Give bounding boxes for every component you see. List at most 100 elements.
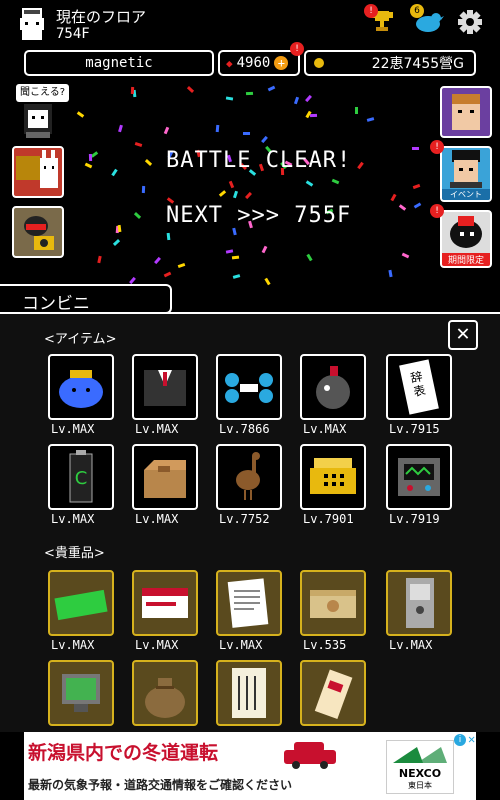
shop-item-phone[interactable] <box>300 444 366 510</box>
charm-icon <box>314 669 353 720</box>
item-level: Lv.7901 <box>303 512 354 526</box>
gift-rabbit-button[interactable] <box>12 146 64 198</box>
item-level: Lv.MAX <box>135 422 179 436</box>
shop-item-blue-bag[interactable] <box>48 354 114 420</box>
close-button[interactable]: ✕ <box>448 320 478 350</box>
ad-title: 新潟県内での冬道運転 <box>28 742 219 764</box>
shop-item-suit[interactable] <box>132 354 198 420</box>
item-level: Lv.7919 <box>389 512 440 526</box>
item-level: Lv.7915 <box>389 422 440 436</box>
scroll-icon <box>232 668 266 718</box>
shop-item-monitor[interactable] <box>48 660 114 726</box>
confetti-piece <box>232 274 241 280</box>
item-level: Lv.MAX <box>51 422 95 436</box>
confetti-piece <box>76 111 85 118</box>
confetti-piece <box>228 180 234 189</box>
confetti-piece <box>304 95 312 103</box>
confetti-piece <box>88 153 92 161</box>
confetti-piece <box>218 190 227 197</box>
shop-item-sack[interactable] <box>132 660 198 726</box>
confetti-piece <box>390 193 397 201</box>
confetti-piece <box>245 92 253 96</box>
confetti-piece <box>118 124 123 133</box>
shop-item-document[interactable] <box>216 570 282 636</box>
confetti-piece <box>84 163 93 169</box>
suit-icon <box>144 370 186 406</box>
add-gems-icon[interactable]: + <box>274 56 289 70</box>
confetti-piece <box>117 224 122 232</box>
event-button[interactable]: イベント <box>440 146 492 202</box>
shop-item-battery[interactable]: C <box>48 444 114 510</box>
shop-item-box[interactable] <box>132 444 198 510</box>
bird-badge: 6 <box>410 4 424 18</box>
confetti-piece <box>134 211 142 219</box>
limited-badge: ! <box>430 204 444 218</box>
item-level: Lv.7866 <box>219 422 270 436</box>
shop-item-bird[interactable] <box>216 444 282 510</box>
shop-item-resignation-letter[interactable]: 辞表 <box>386 354 452 420</box>
shop-item-money[interactable] <box>300 570 366 636</box>
confetti-piece <box>111 168 119 177</box>
blue-bag-icon <box>59 370 103 408</box>
gear-icon[interactable] <box>456 8 484 36</box>
coin-icon <box>314 58 324 68</box>
item-level: Lv.7752 <box>219 512 270 526</box>
confetti-piece <box>306 180 314 187</box>
trophy-icon[interactable]: ! <box>364 4 396 36</box>
confetti-piece <box>130 87 134 95</box>
svg-text:C: C <box>75 468 88 489</box>
keyboard-icon <box>54 589 108 621</box>
confetti-piece <box>354 107 358 115</box>
npc-avatar[interactable] <box>18 102 58 140</box>
nexco-subtext: 東日本 <box>408 781 432 790</box>
document-icon <box>227 578 269 628</box>
monitor-icon <box>62 674 100 712</box>
money-icon <box>310 590 356 618</box>
item-level: Lv.MAX <box>135 638 179 652</box>
box-icon <box>144 460 186 498</box>
shop-item-drone[interactable] <box>216 354 282 420</box>
confetti-piece <box>231 227 237 236</box>
nexco-text: NEXCO <box>398 767 442 780</box>
camera-penguin-button[interactable] <box>12 206 64 258</box>
shop-item-bomb[interactable] <box>300 354 366 420</box>
player-name-field[interactable]: magnetic <box>24 50 214 76</box>
pixel-character-button[interactable] <box>440 86 492 138</box>
ad-info-icon[interactable]: i <box>454 734 466 746</box>
confetti-piece <box>411 146 419 151</box>
ad-subtitle: 最新の気象予報・道路交通情報をご確認ください <box>28 778 293 792</box>
shop-item-card[interactable] <box>132 570 198 636</box>
confetti-piece <box>232 256 240 260</box>
confetti-piece <box>242 132 250 136</box>
nexco-logo: NEXCO 東日本 <box>386 740 454 794</box>
phone-icon <box>310 458 356 494</box>
confetti-piece <box>186 85 195 93</box>
shop-item-robot[interactable] <box>386 444 452 510</box>
shop-item-keyboard[interactable] <box>48 570 114 636</box>
shop-item-scroll[interactable] <box>216 660 282 726</box>
shop-item-device[interactable] <box>386 570 452 636</box>
gold-counter: 22恵7455營G <box>304 50 476 76</box>
confetti-piece <box>267 85 275 92</box>
gems-value: 4960 <box>236 55 271 71</box>
ad-close-icon[interactable]: ✕ <box>468 732 475 746</box>
player-avatar[interactable] <box>16 6 48 42</box>
speech-bubble: 聞こえる? <box>16 84 70 102</box>
sack-icon <box>145 678 185 718</box>
item-level: Lv.MAX <box>303 422 347 436</box>
confetti-piece <box>97 255 102 264</box>
bird-icon <box>236 452 260 500</box>
confetti-piece <box>215 124 220 132</box>
shop-item-charm[interactable] <box>300 660 366 726</box>
ad-banner[interactable]: 新潟県内での冬道運転 最新の気象予報・道路交通情報をご確認ください NEXCO … <box>24 732 476 800</box>
confetti-piece <box>399 204 407 211</box>
confetti-piece <box>163 127 170 135</box>
valuables-section-label: <貴重品> <box>44 546 105 561</box>
twitter-bird-icon[interactable]: 6 <box>410 4 444 36</box>
confetti-piece <box>357 162 364 170</box>
floor-label: 現在のフロア <box>56 8 147 26</box>
confetti-piece <box>309 113 317 117</box>
card-icon <box>142 588 188 618</box>
gems-counter[interactable]: ◆ 4960 + ! <box>218 42 304 76</box>
limited-time-button[interactable]: 期間限定 <box>440 210 492 268</box>
